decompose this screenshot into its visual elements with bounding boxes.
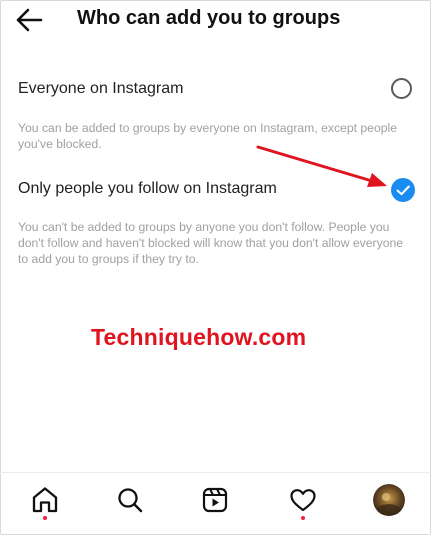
watermark-text: Techniquehow.com: [91, 324, 307, 350]
radio-selected[interactable]: [391, 178, 415, 202]
search-icon: [118, 488, 143, 513]
header: Who can add you to groups: [0, 0, 433, 44]
option-description: You can't be added to groups by anyone y…: [18, 220, 404, 266]
home-icon: [32, 487, 58, 513]
radio-unselected[interactable]: [391, 78, 412, 99]
nav-home[interactable]: [28, 483, 62, 520]
back-button[interactable]: [12, 6, 46, 34]
heart-icon: [290, 489, 316, 512]
reels-icon: [202, 487, 228, 513]
nav-reels[interactable]: [198, 483, 232, 517]
option-description: You can be added to groups by everyone o…: [18, 121, 397, 151]
nav-activity[interactable]: [286, 483, 320, 520]
avatar-image: [373, 484, 405, 516]
option-label: Only people you follow on Instagram: [18, 180, 277, 197]
option-people-you-follow[interactable]: Only people you follow on Instagram: [0, 172, 433, 212]
bottom-nav: [0, 472, 431, 535]
option-everyone[interactable]: Everyone on Instagram: [0, 72, 433, 112]
nav-search[interactable]: [113, 483, 147, 517]
profile-avatar[interactable]: [373, 484, 405, 516]
notification-dot: [43, 516, 47, 520]
back-arrow-icon: [16, 8, 43, 32]
option-label: Everyone on Instagram: [18, 80, 184, 97]
page-title: Who can add you to groups: [77, 7, 341, 29]
notification-dot: [301, 516, 305, 520]
checkmark-icon: [396, 185, 410, 196]
